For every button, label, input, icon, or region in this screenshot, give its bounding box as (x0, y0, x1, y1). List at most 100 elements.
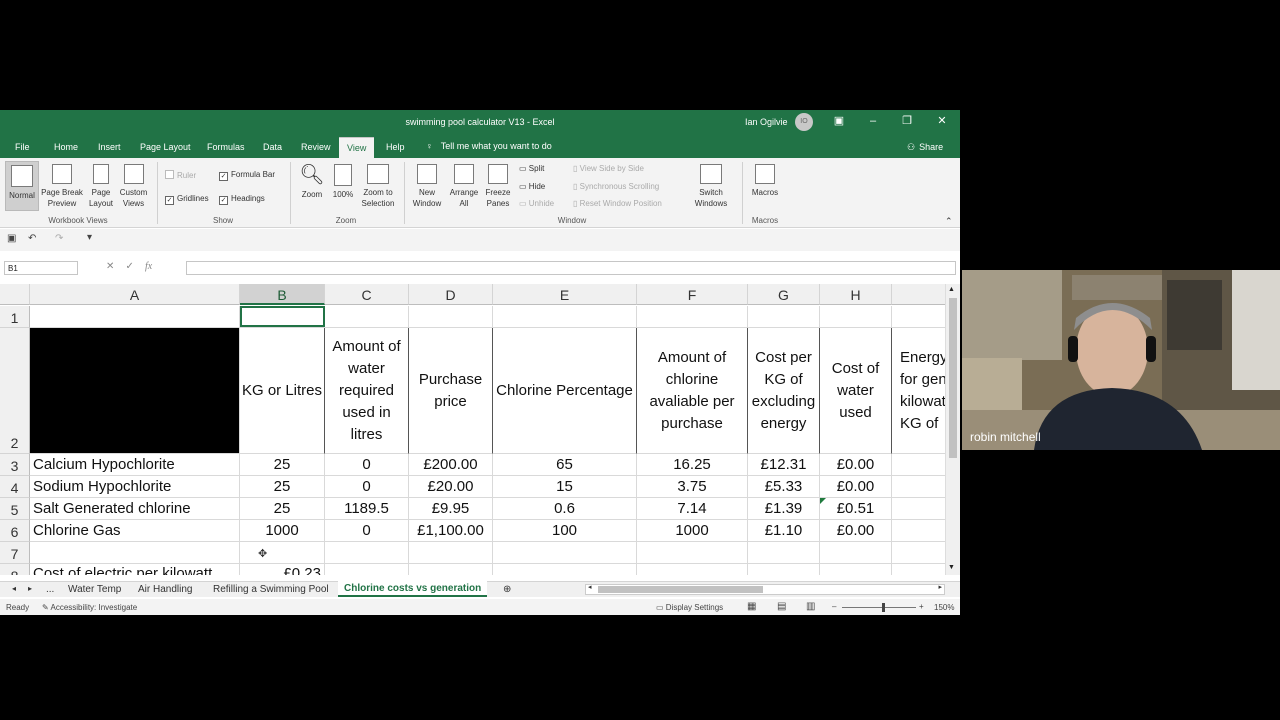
cell-b4[interactable]: 25 (240, 476, 325, 498)
collapse-ribbon-icon[interactable]: ⌃ (945, 216, 953, 227)
page-layout-view-button[interactable]: Page Layout (86, 164, 116, 209)
cell-a4[interactable]: Sodium Hypochlorite (30, 476, 240, 498)
cell-e3[interactable]: 65 (493, 454, 637, 476)
page-layout-icon[interactable]: ▤ (777, 601, 786, 612)
cell-g5[interactable]: £1.39 (748, 498, 820, 520)
row-header-6[interactable]: 6 (0, 520, 30, 542)
cell-g2[interactable]: Cost per KG of excluding energy (748, 328, 820, 454)
tell-me-search[interactable]: ♀ Tell me what you want to do (426, 141, 552, 151)
cell-d8[interactable] (409, 564, 493, 575)
cell-h5[interactable]: £0.51 (820, 498, 892, 520)
cell-a8[interactable]: Cost of electric per kilowatt (30, 564, 240, 575)
cell-a7[interactable] (30, 542, 240, 564)
cell-c4[interactable]: 0 (325, 476, 409, 498)
column-header-c[interactable]: C (325, 284, 409, 305)
cell-f6[interactable]: 1000 (637, 520, 748, 542)
ribbon-display-icon[interactable]: ▣ (832, 114, 846, 128)
tab-file[interactable]: File (15, 142, 30, 152)
cell-i1[interactable] (892, 306, 945, 328)
row-header-4[interactable]: 4 (0, 476, 30, 498)
zoom-to-selection-button[interactable]: Zoom to Selection (357, 164, 399, 209)
formula-input[interactable] (186, 261, 956, 275)
cell-i4[interactable] (892, 476, 945, 498)
undo-icon[interactable]: ↶ (28, 233, 36, 244)
redo-icon[interactable]: ↷ (55, 233, 63, 244)
scroll-thumb[interactable] (949, 298, 957, 458)
cell-g3[interactable]: £12.31 (748, 454, 820, 476)
cell-i3[interactable] (892, 454, 945, 476)
cell-f2[interactable]: Amount of chlorine avaliable per purchas… (637, 328, 748, 454)
tab-view[interactable]: View (339, 137, 375, 158)
gridlines-checkbox[interactable]: ✓ Gridlines (165, 194, 209, 205)
cell-a5[interactable]: Salt Generated chlorine (30, 498, 240, 520)
minimize-icon[interactable]: – (866, 114, 880, 128)
sheet-tab-refilling[interactable]: Refilling a Swimming Pool (213, 584, 329, 595)
view-side-by-side-button[interactable]: ▯ View Side by Side (573, 164, 644, 173)
cell-h1[interactable] (820, 306, 892, 328)
cell-f3[interactable]: 16.25 (637, 454, 748, 476)
add-sheet-icon[interactable]: ⊕ (503, 584, 511, 595)
hscroll-thumb[interactable] (598, 586, 763, 593)
close-icon[interactable]: ✕ (935, 114, 949, 128)
tab-insert[interactable]: Insert (98, 142, 121, 152)
column-header-f[interactable]: F (637, 284, 748, 305)
scroll-down-icon[interactable]: ▼ (948, 564, 955, 571)
tab-review[interactable]: Review (301, 142, 331, 152)
tab-formulas[interactable]: Formulas (207, 142, 245, 152)
tab-data[interactable]: Data (263, 142, 282, 152)
row-header-7[interactable]: 7 (0, 542, 30, 564)
cell-e8[interactable] (493, 564, 637, 575)
arrange-all-button[interactable]: Arrange All (446, 164, 482, 209)
row-header-2[interactable]: 2 (0, 328, 30, 454)
cell-i5[interactable] (892, 498, 945, 520)
page-break-icon[interactable]: ▥ (806, 601, 815, 612)
cell-h6[interactable]: £0.00 (820, 520, 892, 542)
cell-d6[interactable]: £1,100.00 (409, 520, 493, 542)
freeze-panes-button[interactable]: Freeze Panes (481, 164, 515, 209)
share-button[interactable]: ⚇ Share (907, 142, 943, 153)
scroll-right-icon[interactable]: ▸ (938, 583, 942, 591)
cell-g7[interactable] (748, 542, 820, 564)
cell-i8[interactable] (892, 564, 945, 575)
normal-view-icon[interactable]: ▦ (747, 601, 756, 612)
user-name[interactable]: Ian Ogilvie (745, 117, 788, 127)
save-icon[interactable]: ▣ (7, 233, 16, 244)
row-header-1[interactable]: 1 (0, 306, 30, 328)
column-header-a[interactable]: A (30, 284, 240, 305)
zoom-slider-thumb[interactable] (882, 603, 885, 612)
macros-button[interactable]: Macros (747, 164, 783, 198)
cell-b8[interactable]: £0.23 (240, 564, 325, 575)
cell-b5[interactable]: 25 (240, 498, 325, 520)
cell-d3[interactable]: £200.00 (409, 454, 493, 476)
ruler-checkbox[interactable]: Ruler (165, 170, 196, 180)
cell-b3[interactable]: 25 (240, 454, 325, 476)
enter-icon[interactable]: ✓ (126, 261, 134, 272)
avatar[interactable]: IO (795, 113, 813, 131)
display-settings[interactable]: ▭ Display Settings (656, 603, 723, 612)
restore-icon[interactable]: ❐ (900, 114, 914, 128)
accessibility-status[interactable]: ✎ Accessibility: Investigate (42, 603, 137, 612)
cell-b2[interactable]: KG or Litres (240, 328, 325, 454)
column-header-i[interactable] (892, 284, 945, 305)
cell-f8[interactable] (637, 564, 748, 575)
column-header-d[interactable]: D (409, 284, 493, 305)
row-header-3[interactable]: 3 (0, 454, 30, 476)
reset-window-position-button[interactable]: ▯ Reset Window Position (573, 199, 662, 208)
cell-b7[interactable] (240, 542, 325, 564)
scroll-up-icon[interactable]: ▲ (948, 286, 955, 293)
cell-a2-blacked-out[interactable] (30, 328, 240, 454)
cell-g8[interactable] (748, 564, 820, 575)
cell-f5[interactable]: 7.14 (637, 498, 748, 520)
tab-home[interactable]: Home (54, 142, 78, 152)
switch-windows-button[interactable]: Switch Windows (688, 164, 734, 209)
select-all-corner[interactable] (0, 284, 30, 305)
prev-sheet-icon[interactable]: ◂ (12, 584, 16, 593)
cell-e2[interactable]: Chlorine Percentage (493, 328, 637, 454)
cell-g1[interactable] (748, 306, 820, 328)
new-window-button[interactable]: New Window (409, 164, 445, 209)
formula-bar-checkbox[interactable]: ✓ Formula Bar (219, 170, 275, 181)
cell-e4[interactable]: 15 (493, 476, 637, 498)
cell-d2[interactable]: Purchase price (409, 328, 493, 454)
cell-i6[interactable] (892, 520, 945, 542)
cell-d1[interactable] (409, 306, 493, 328)
